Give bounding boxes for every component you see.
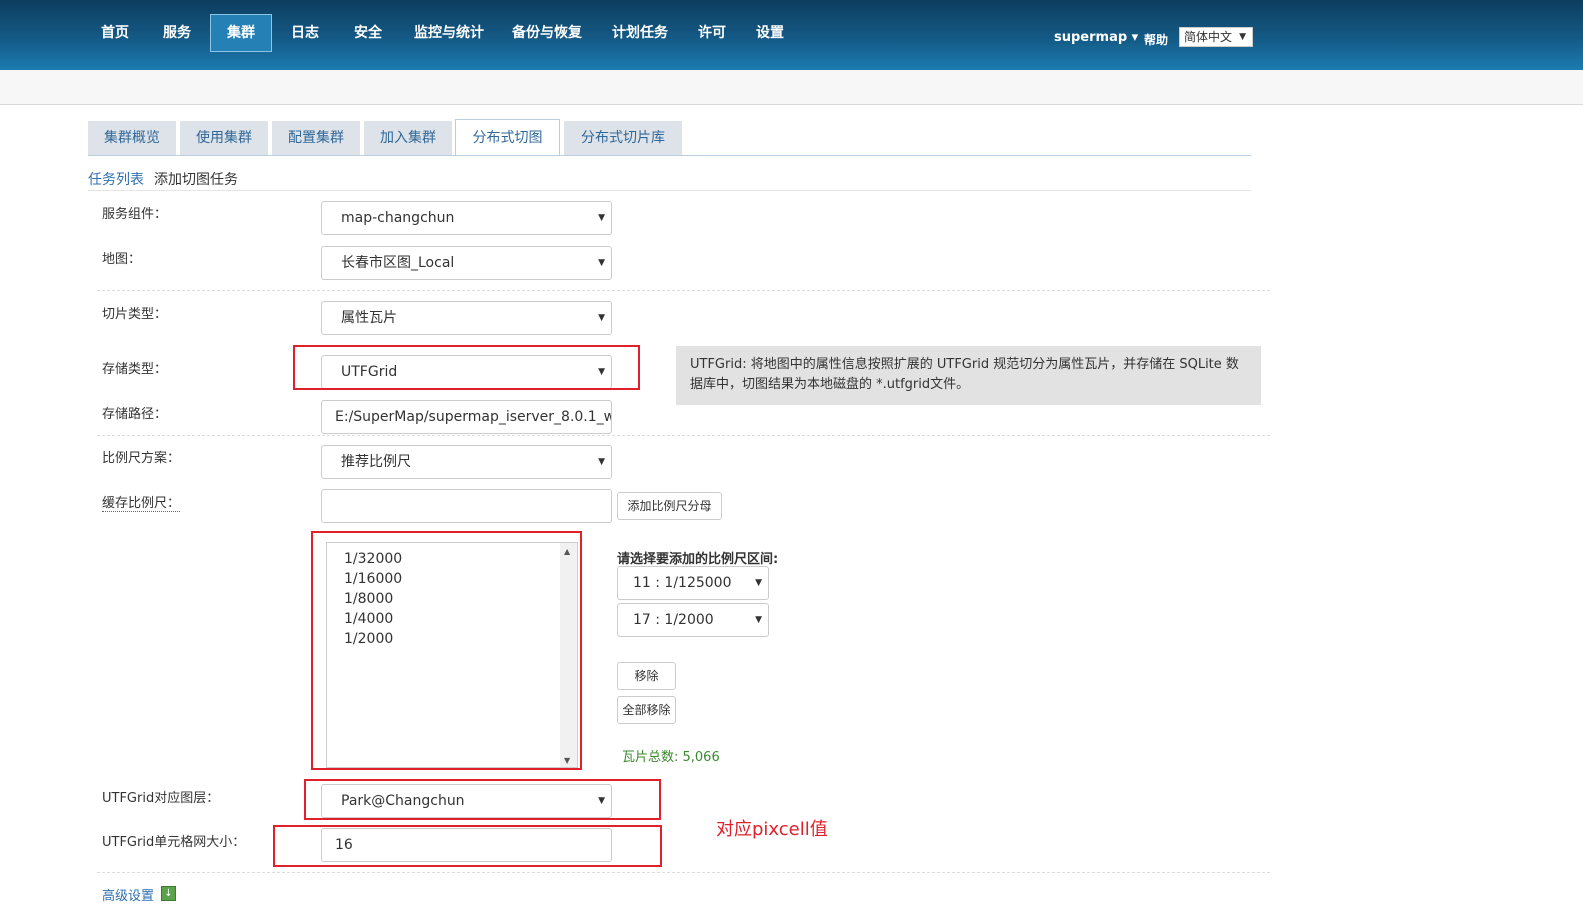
chevron-down-icon: ▼ [1239,32,1246,42]
chevron-down-icon: ▼ [755,615,762,625]
sub-header-bar [0,70,1583,105]
storage-type-label: 存储类型： [102,362,168,377]
nav-logs[interactable]: 日志 [278,14,332,52]
service-component-select[interactable]: map-changchun ▼ [321,201,612,235]
range-from-select[interactable]: 11 : 1/125000 ▼ [617,566,769,600]
cache-scale-label: 缓存比例尺： [102,492,181,512]
nav-monitoring[interactable]: 监控与统计 [404,14,494,52]
remove-all-button[interactable]: 全部移除 [617,696,676,724]
annotation-note: 对应pixcell值 [716,819,828,840]
chevron-down-icon: ▼ [598,213,605,223]
help-link[interactable]: 帮助 [1144,31,1168,48]
chevron-down-icon: ▼ [598,313,605,323]
service-component-label: 服务组件： [102,207,168,222]
nav-backup[interactable]: 备份与恢复 [502,14,592,52]
section-divider [97,290,1270,291]
tab-divider [88,155,1251,156]
range-from-value: 11 : 1/125000 [633,575,732,591]
scale-range-title: 请选择要添加的比例尺区间: [617,552,779,567]
tile-type-label: 切片类型： [102,307,168,322]
map-label: 地图： [102,252,142,267]
cache-scale-input[interactable] [321,489,612,523]
chevron-down-icon: ▼ [598,457,605,467]
section-divider [97,435,1270,436]
tile-type-value: 属性瓦片 [341,310,397,326]
user-menu[interactable]: supermap ▾ [1054,30,1138,45]
chevron-down-icon: ▼ [755,578,762,588]
scale-scheme-value: 推荐比例尺 [341,454,411,470]
section-divider [97,872,1270,873]
nav-license[interactable]: 许可 [690,14,734,52]
expand-down-icon[interactable]: ↓ [161,886,176,901]
range-to-select[interactable]: 17 : 1/2000 ▼ [617,603,769,637]
highlight-box [293,345,640,390]
breadcrumb-current: 添加切图任务 [154,172,238,188]
nav-home[interactable]: 首页 [88,14,142,52]
chevron-down-icon: ▼ [598,258,605,268]
tab-distributed-tiling[interactable]: 分布式切图 [455,119,560,156]
highlight-box [304,779,661,820]
map-value: 长春市区图_Local [341,255,455,271]
tab-configure-cluster[interactable]: 配置集群 [272,121,360,155]
tab-use-cluster[interactable]: 使用集群 [180,121,268,155]
utfgrid-cell-label: UTFGrid单元格网大小： [102,835,246,850]
nav-services[interactable]: 服务 [150,14,204,52]
map-select[interactable]: 长春市区图_Local ▼ [321,246,612,280]
range-to-value: 17 : 1/2000 [633,612,714,628]
scale-scheme-select[interactable]: 推荐比例尺 ▼ [321,445,612,479]
remove-button[interactable]: 移除 [617,662,676,690]
nav-security[interactable]: 安全 [340,14,396,52]
nav-scheduled-tasks[interactable]: 计划任务 [602,14,678,52]
highlight-box [273,825,662,867]
service-component-value: map-changchun [341,210,455,226]
language-select[interactable]: 简体中文 ▼ [1179,27,1253,47]
language-value: 简体中文 [1184,30,1233,44]
storage-path-input[interactable]: E:/SuperMap/supermap_iserver_8.0.1_wi [321,400,612,434]
divider [88,190,1251,191]
tab-distributed-tile-store[interactable]: 分布式切片库 [564,121,682,155]
advanced-settings-link[interactable]: 高级设置 [102,885,154,904]
nav-settings[interactable]: 设置 [748,14,792,52]
tile-type-select[interactable]: 属性瓦片 ▼ [321,301,612,335]
tab-join-cluster[interactable]: 加入集群 [364,121,452,155]
storage-type-info: UTFGrid: 将地图中的属性信息按照扩展的 UTFGrid 规范切分为属性瓦… [676,346,1261,405]
add-scale-button[interactable]: 添加比例尺分母 [617,492,722,520]
breadcrumb-task-list[interactable]: 任务列表 [88,169,144,189]
nav-cluster[interactable]: 集群 [210,14,272,52]
tab-cluster-overview[interactable]: 集群概览 [88,121,176,155]
tile-count: 瓦片总数: 5,066 [622,750,720,765]
scale-scheme-label: 比例尺方案： [102,451,181,466]
storage-path-label: 存储路径： [102,407,168,422]
utfgrid-layer-label: UTFGrid对应图层： [102,791,220,806]
highlight-box [311,531,582,770]
top-navigation-bar: 首页 服务 集群 日志 安全 监控与统计 备份与恢复 计划任务 许可 设置 su… [0,0,1583,70]
